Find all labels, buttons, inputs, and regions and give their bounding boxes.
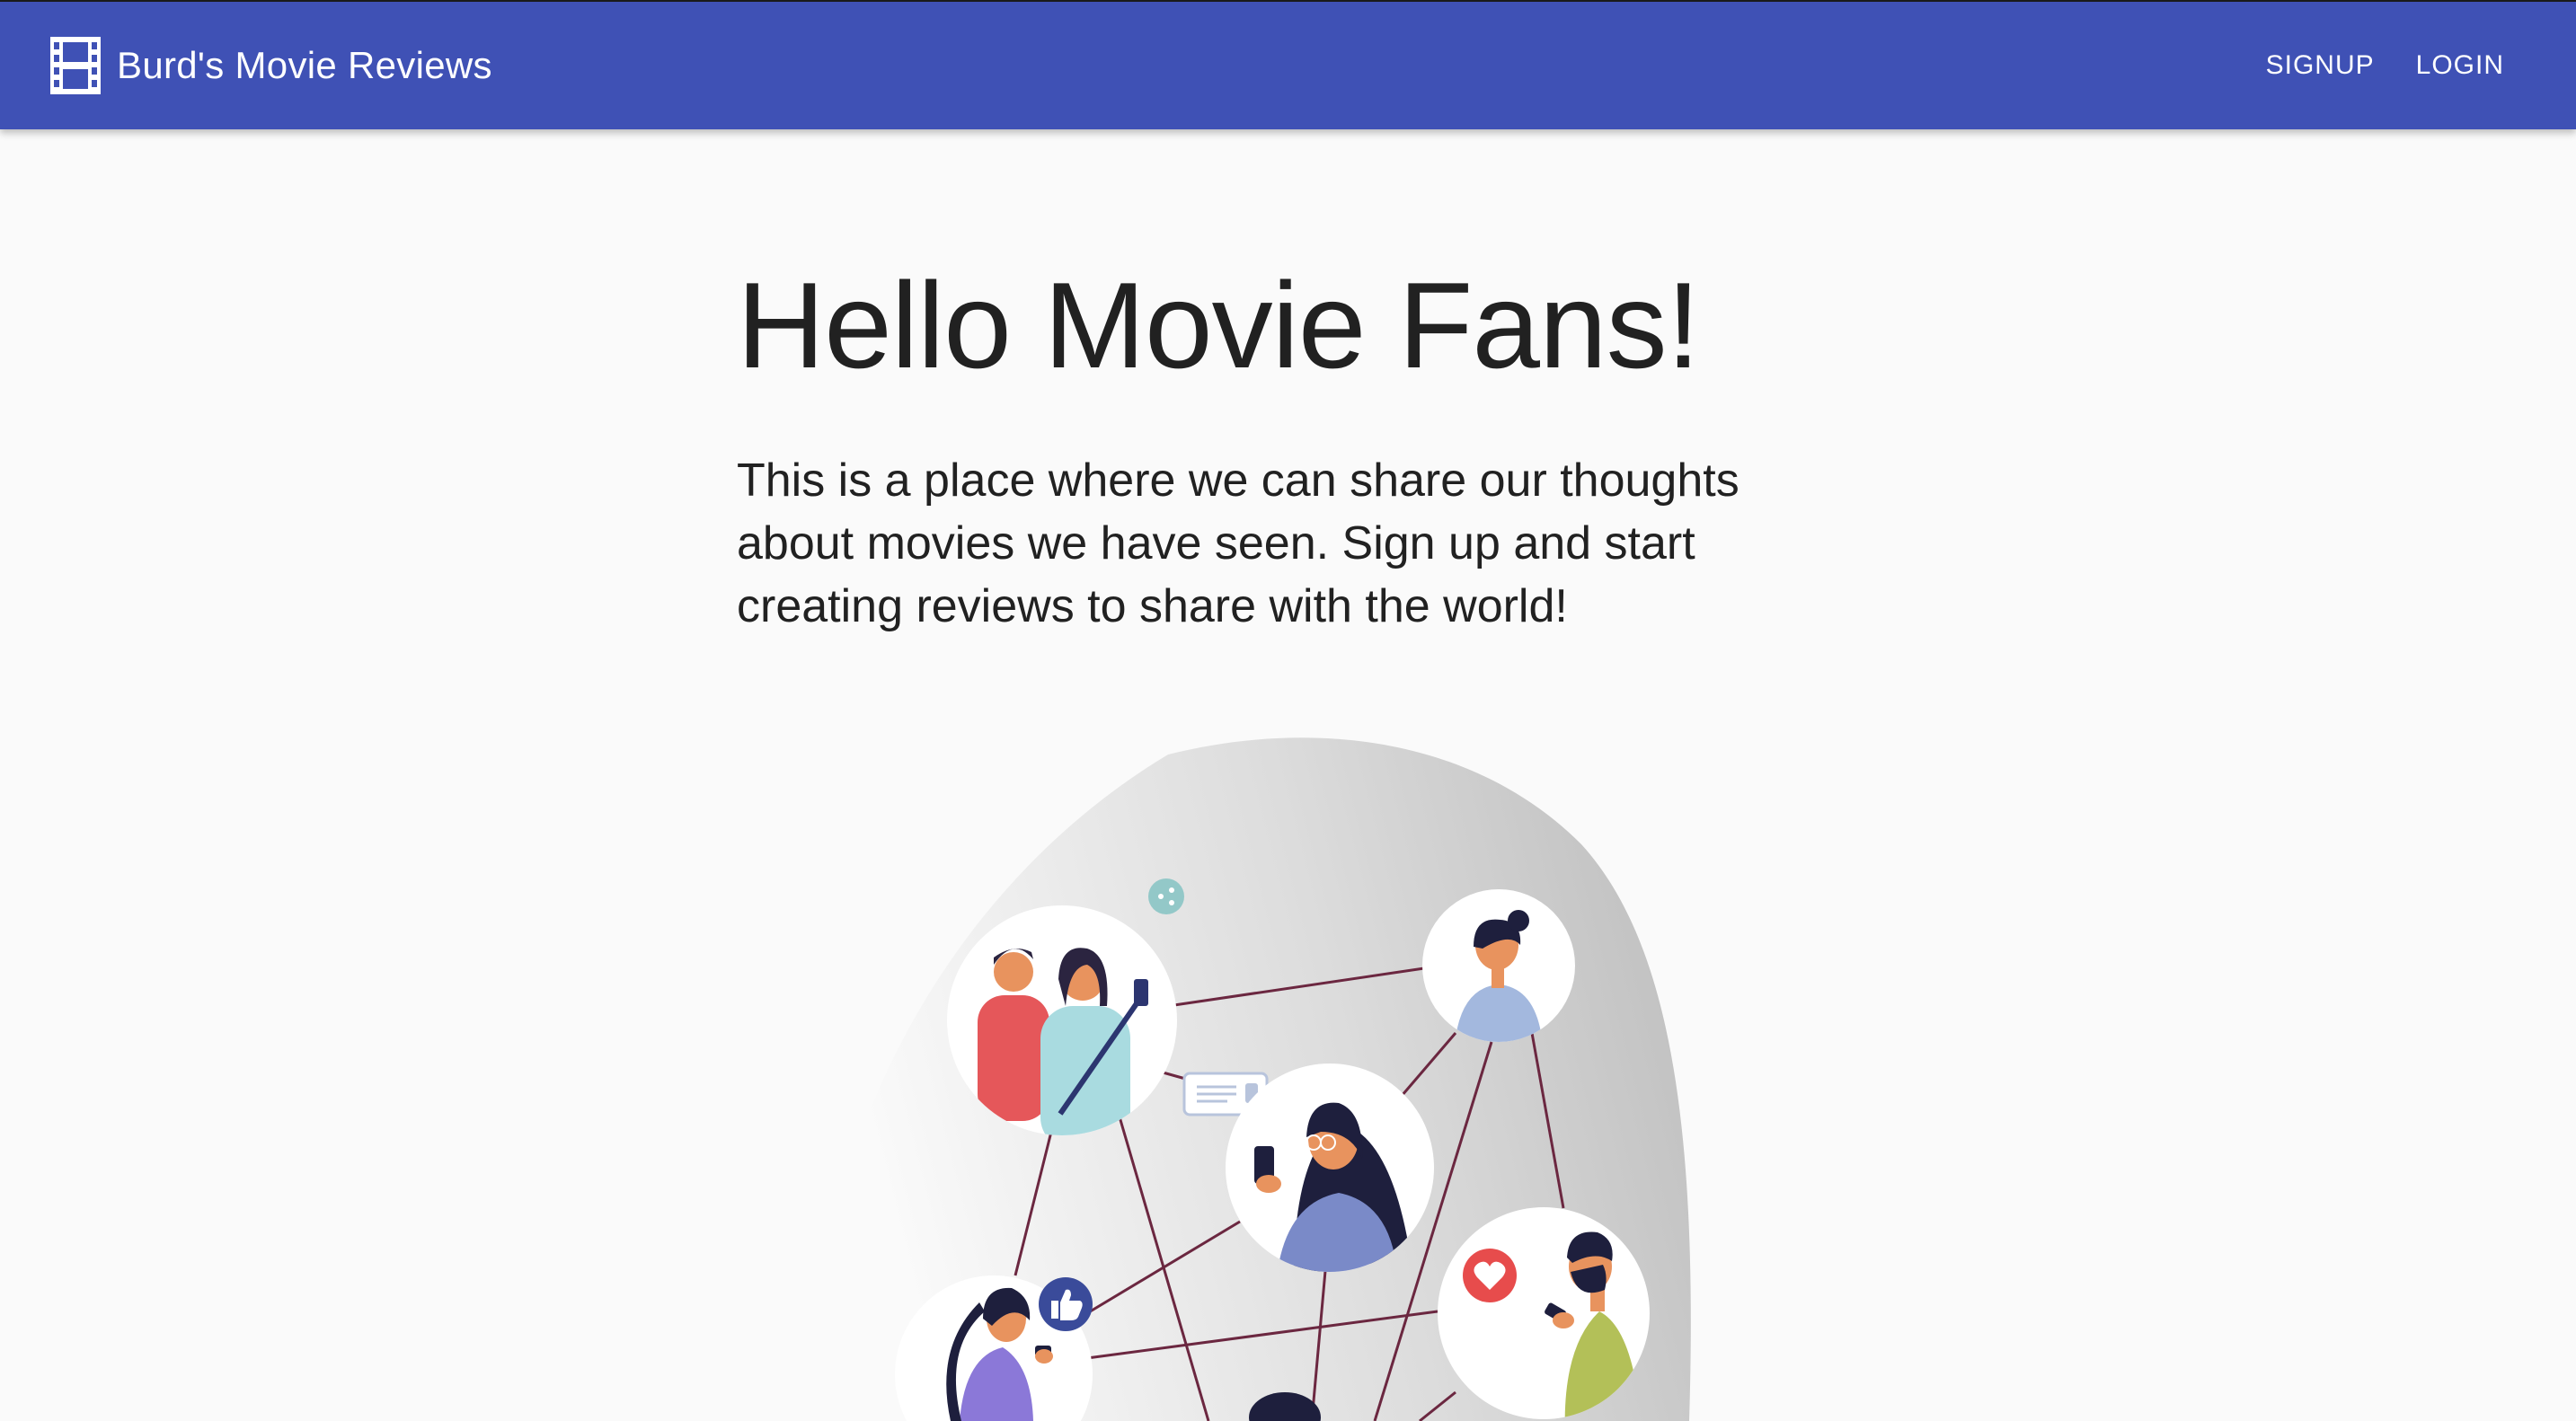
share-icon xyxy=(1148,878,1184,914)
app-bar: Burd's Movie Reviews SIGNUP LOGIN xyxy=(0,0,2576,129)
intro-text: This is a place where we can share our t… xyxy=(737,455,1739,632)
brand-title: Burd's Movie Reviews xyxy=(117,44,492,86)
signup-button[interactable]: SIGNUP xyxy=(2261,45,2380,86)
login-button[interactable]: LOGIN xyxy=(2411,45,2510,86)
page-title: Hello Movie Fans! xyxy=(737,257,1700,393)
film-icon xyxy=(50,37,101,94)
top-nav: SIGNUP LOGIN xyxy=(2261,45,2510,86)
hero-section: Hello Movie Fans! This is a place where … xyxy=(737,253,1833,638)
social-network-illustration xyxy=(819,737,1691,1421)
brand-link[interactable]: Burd's Movie Reviews xyxy=(49,34,492,97)
